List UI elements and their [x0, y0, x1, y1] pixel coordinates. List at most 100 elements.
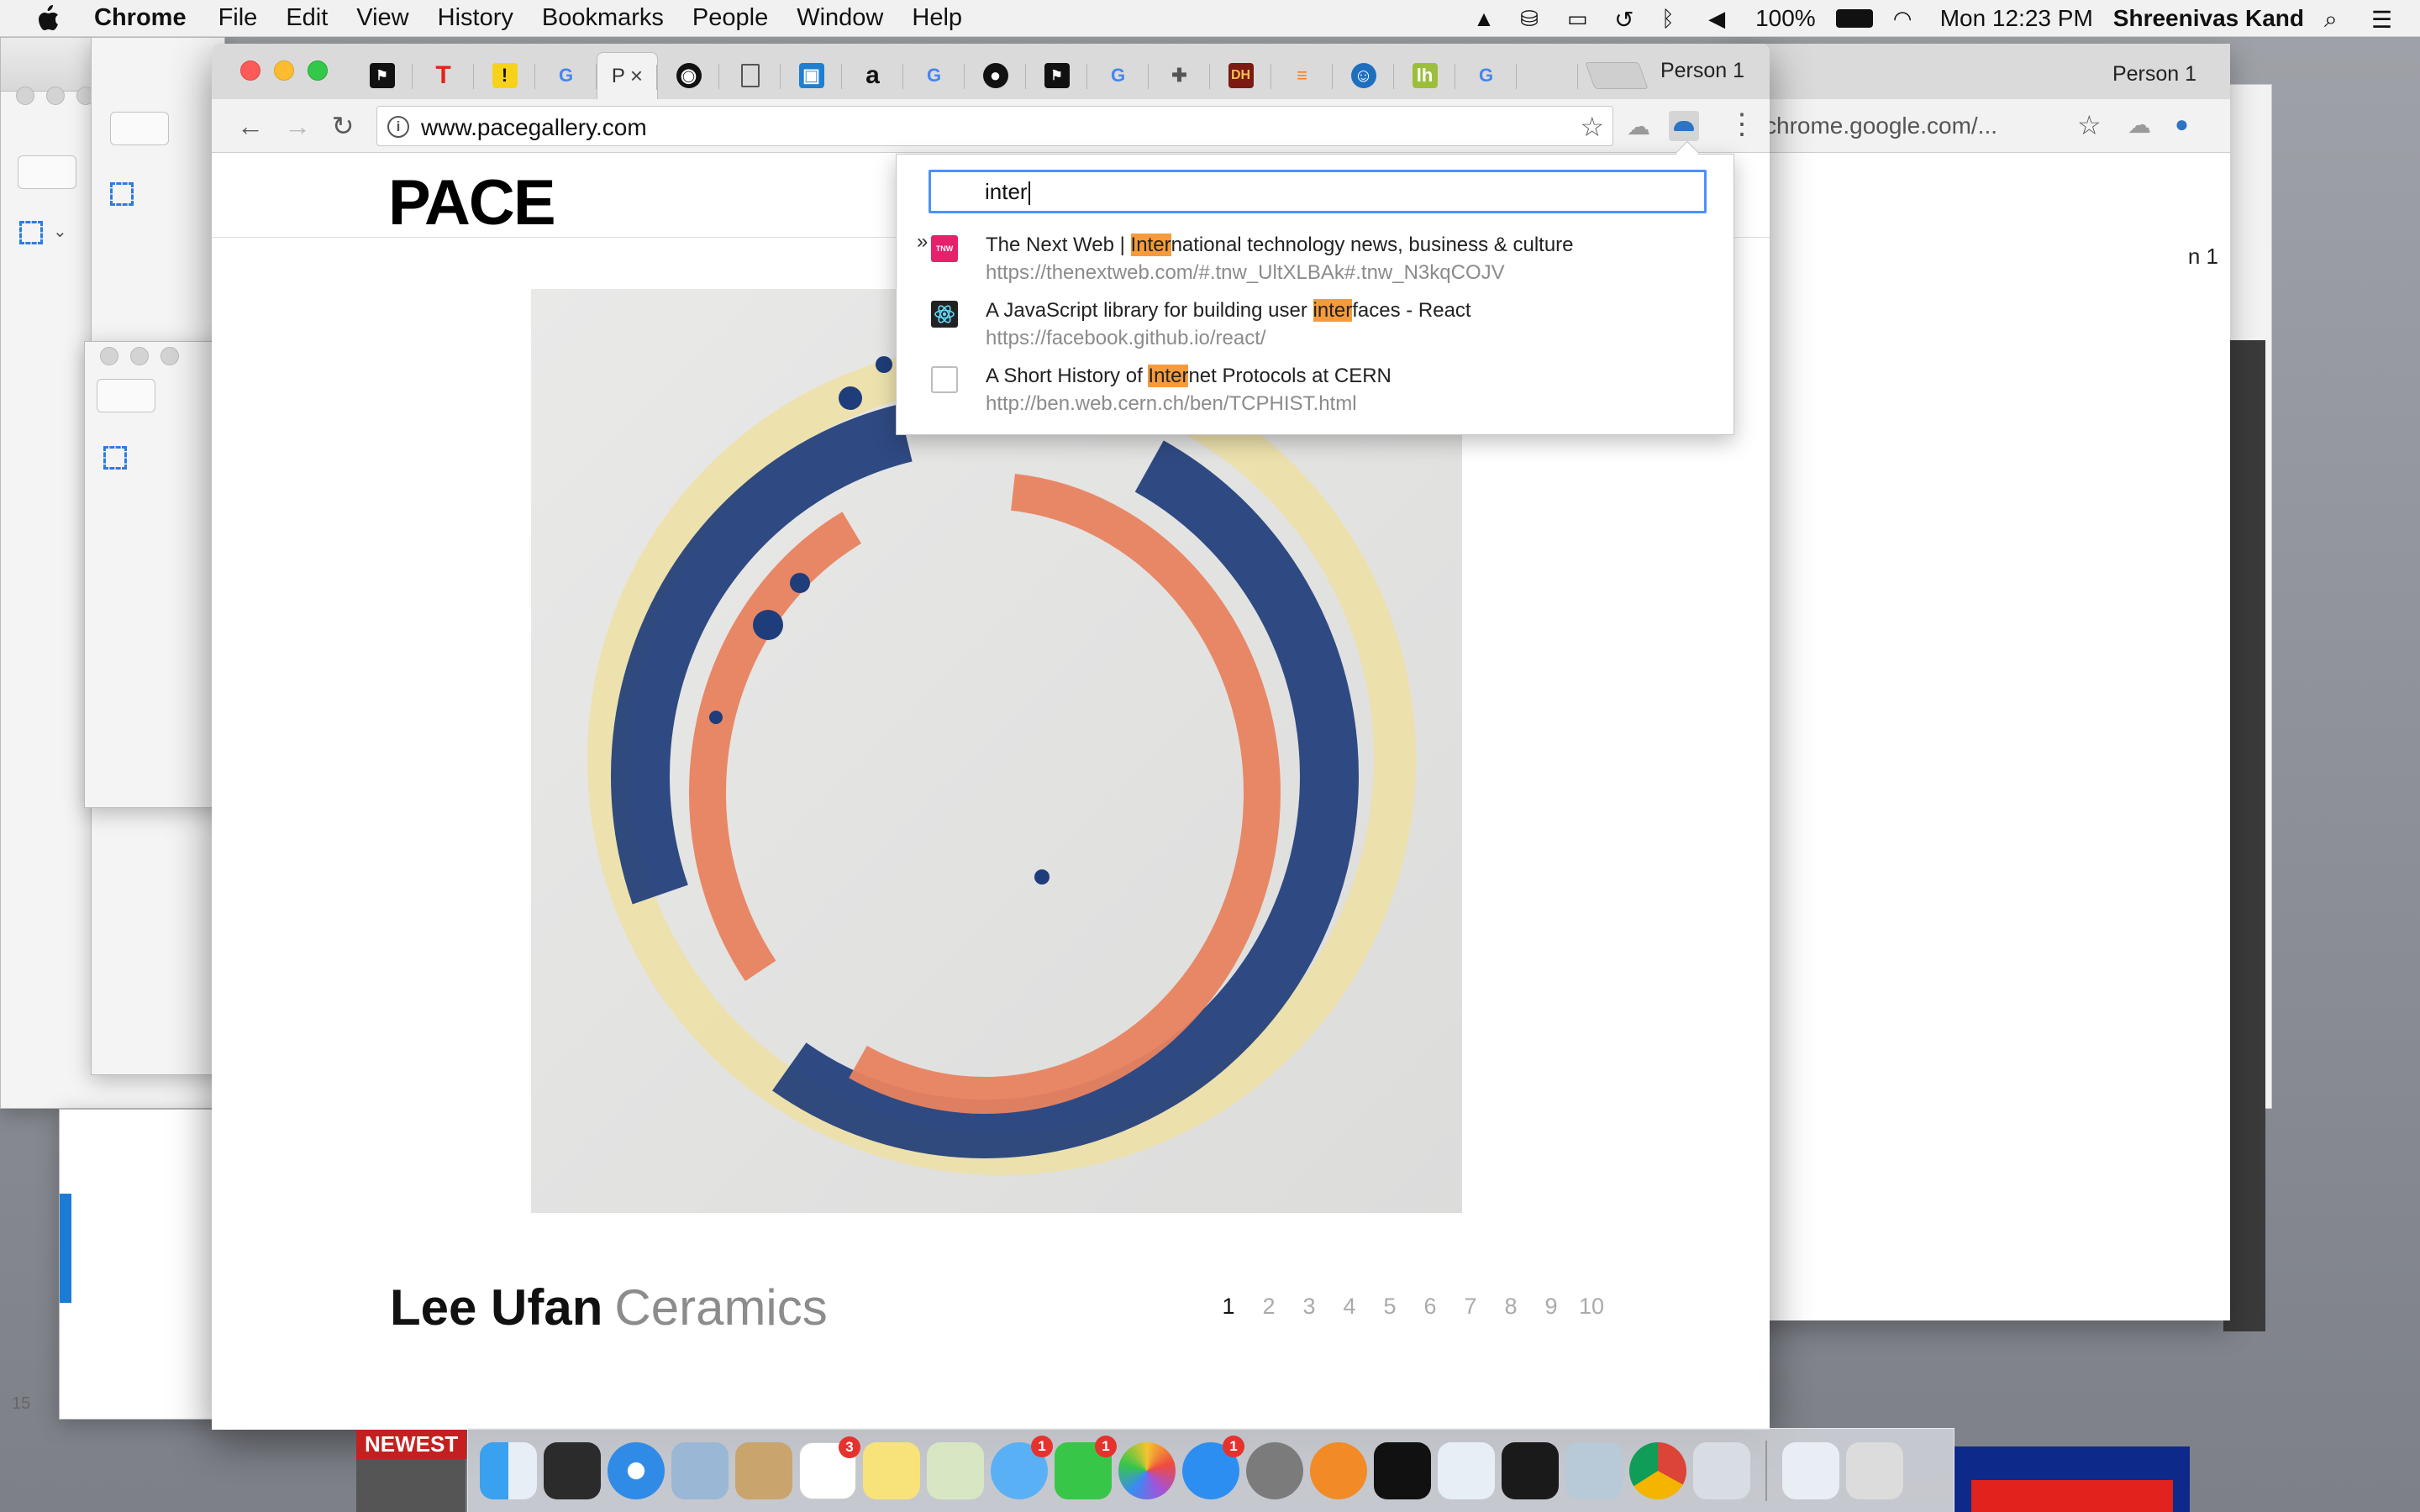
back-arrow-icon[interactable]: ←: [235, 111, 266, 141]
result-item-1[interactable]: » TNW The Next Web | International techn…: [897, 228, 1733, 294]
tab-6[interactable]: ◉: [658, 52, 719, 99]
new-tab-button[interactable]: [1585, 62, 1649, 89]
spotlight-search-icon[interactable]: ⌕: [2324, 6, 2351, 32]
preview-icon[interactable]: [927, 1441, 984, 1499]
terminal-icon[interactable]: [1374, 1441, 1431, 1499]
battery-percent[interactable]: 100%: [1755, 5, 1816, 32]
page-link-5[interactable]: 5: [1370, 1294, 1410, 1320]
ted-thumbnail[interactable]: [1954, 1446, 2190, 1512]
exhibition-name[interactable]: Ceramics: [614, 1279, 827, 1336]
bookmark-star-icon[interactable]: ☆: [1580, 111, 1604, 143]
photos-icon[interactable]: [1118, 1441, 1176, 1499]
page-link-3[interactable]: 3: [1289, 1294, 1329, 1320]
page-link-10[interactable]: 10: [1571, 1294, 1612, 1320]
address-bar[interactable]: i www.pacegallery.com ☆: [376, 106, 1613, 146]
backup-icon[interactable]: ⛁: [1520, 6, 1547, 31]
documents-folder-icon[interactable]: [1782, 1441, 1839, 1499]
selection-tool-icon[interactable]: [19, 221, 43, 244]
tab-3[interactable]: !: [474, 52, 535, 99]
keynote-icon[interactable]: [1693, 1441, 1750, 1499]
sidebar-toggle-button[interactable]: [18, 155, 76, 189]
clock[interactable]: Mon 12:23 PM: [1940, 5, 2093, 32]
tab-15[interactable]: DH: [1210, 52, 1271, 99]
messages-icon[interactable]: 1: [991, 1435, 1053, 1499]
forward-arrow-icon[interactable]: →: [282, 111, 313, 141]
artist-name[interactable]: Lee Ufan: [390, 1279, 602, 1336]
image-capture-icon[interactable]: [1565, 1441, 1623, 1499]
tab-20[interactable]: [1517, 52, 1578, 99]
mission-control-icon[interactable]: [544, 1441, 601, 1499]
battery-icon[interactable]: [1835, 9, 1873, 28]
tab-13[interactable]: G: [1087, 52, 1149, 99]
menu-file[interactable]: File: [218, 4, 258, 32]
app-store-icon[interactable]: 1: [1182, 1435, 1244, 1499]
tab-11[interactable]: ●: [965, 52, 1026, 99]
tab-7[interactable]: [719, 52, 781, 99]
tab-16[interactable]: ≡: [1271, 52, 1333, 99]
background-profile-button[interactable]: Person 1: [2112, 62, 2196, 87]
notification-center-icon[interactable]: ☰: [2371, 6, 2398, 33]
notes-icon[interactable]: [863, 1441, 920, 1499]
tab-pace-active[interactable]: P ×: [597, 52, 658, 99]
sidebar-toggle-button-2[interactable]: [110, 112, 169, 145]
history-search-input[interactable]: inter: [929, 170, 1707, 213]
tab-12[interactable]: ⚑: [1026, 52, 1087, 99]
profile-button[interactable]: Person 1: [1660, 59, 1744, 83]
user-name[interactable]: Shreenivas Kand: [2113, 5, 2304, 32]
safari-icon[interactable]: [608, 1441, 665, 1499]
close-window-button[interactable]: [240, 60, 260, 81]
extension-icon[interactable]: ●: [2175, 111, 2189, 138]
drive-icon[interactable]: ☁: [2128, 111, 2151, 139]
star-icon[interactable]: ☆: [2077, 109, 2102, 141]
trash-icon[interactable]: [1846, 1441, 1903, 1499]
tab-18[interactable]: lh: [1394, 52, 1455, 99]
chrome-menu-icon[interactable]: ⋮: [1728, 108, 1756, 141]
tab-1[interactable]: ⚑: [351, 52, 413, 99]
result-item-2[interactable]: A JavaScript library for building user i…: [897, 294, 1733, 360]
reload-icon[interactable]: ↻: [328, 111, 358, 141]
sidebar-toggle-button-3[interactable]: [97, 379, 155, 412]
background-url[interactable]: chrome.google.com/...: [1765, 113, 1997, 139]
tab-2[interactable]: T: [413, 52, 474, 99]
page-link-7[interactable]: 7: [1450, 1294, 1491, 1320]
tab-4[interactable]: G: [535, 52, 597, 99]
system-preferences-icon[interactable]: [1246, 1441, 1303, 1499]
reminders-icon[interactable]: 3: [799, 1436, 860, 1499]
close-tab-icon[interactable]: ×: [630, 63, 643, 89]
menu-bookmarks[interactable]: Bookmarks: [542, 4, 664, 32]
tab-19[interactable]: G: [1455, 52, 1517, 99]
info-icon[interactable]: i: [387, 116, 409, 138]
menu-app-name[interactable]: Chrome: [94, 4, 187, 32]
tab-14[interactable]: ✚: [1149, 52, 1210, 99]
tab-10[interactable]: G: [903, 52, 965, 99]
airplay-icon[interactable]: ▭: [1567, 6, 1594, 31]
tab-9[interactable]: a: [842, 52, 903, 99]
menu-window[interactable]: Window: [797, 4, 883, 32]
newest-thumbnail[interactable]: NEWEST: [356, 1430, 467, 1512]
contacts-icon[interactable]: [735, 1441, 792, 1499]
menu-view[interactable]: View: [356, 4, 408, 32]
tab-17[interactable]: ☺: [1333, 52, 1394, 99]
page-link-8[interactable]: 8: [1491, 1294, 1531, 1320]
minimize-window-button[interactable]: [274, 60, 294, 81]
mail-icon[interactable]: [671, 1441, 729, 1499]
zoom-window-button[interactable]: [308, 60, 328, 81]
time-machine-icon[interactable]: ↺: [1614, 6, 1641, 33]
page-link-9[interactable]: 9: [1531, 1294, 1571, 1320]
history-search-extension-icon[interactable]: [1669, 111, 1699, 141]
chevron-down-icon[interactable]: ⌄: [53, 221, 67, 242]
result-item-3[interactable]: A Short History of Internet Protocols at…: [897, 360, 1733, 425]
menu-history[interactable]: History: [438, 4, 513, 32]
bluetooth-icon[interactable]: ᛒ: [1661, 6, 1688, 31]
selection-tool-icon-2[interactable]: [110, 182, 134, 206]
drive-icon[interactable]: ☁: [1623, 111, 1654, 141]
vlc-icon[interactable]: ▲: [1473, 6, 1500, 31]
numbers-icon[interactable]: [1438, 1441, 1495, 1499]
finder-icon[interactable]: [480, 1441, 537, 1499]
page-link-2[interactable]: 2: [1249, 1294, 1289, 1320]
ibooks-icon[interactable]: [1310, 1441, 1367, 1499]
volume-icon[interactable]: ◀: [1708, 6, 1735, 31]
page-link-1[interactable]: 1: [1208, 1294, 1249, 1320]
facetime-icon[interactable]: 1: [1055, 1435, 1117, 1499]
menu-people[interactable]: People: [692, 4, 768, 32]
